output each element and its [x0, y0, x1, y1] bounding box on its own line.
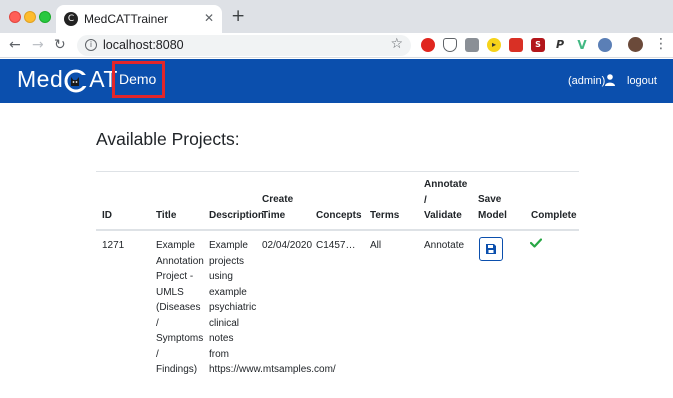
col-header-description: Description: [209, 210, 265, 221]
col-header-create-time: Create Time: [262, 194, 294, 221]
brand-text-left: Med: [17, 66, 64, 92]
drive-extension-icon[interactable]: [465, 38, 479, 52]
site-info-icon[interactable]: i: [85, 39, 97, 51]
medcat-favicon-icon: C: [64, 12, 78, 26]
check-icon: [530, 238, 542, 248]
blue-extension-icon[interactable]: [598, 38, 612, 52]
s-extension-icon[interactable]: S: [531, 38, 545, 52]
col-header-concepts: Concepts: [316, 210, 362, 221]
pocket-extension-icon[interactable]: [443, 38, 457, 52]
save-model-button[interactable]: [479, 237, 503, 261]
window-minimize-button[interactable]: [24, 11, 36, 23]
browser-tab-active[interactable]: C MedCATTrainer ✕: [56, 5, 222, 33]
address-bar[interactable]: i localhost:8080 ☆: [77, 35, 411, 56]
project-name-label[interactable]: Demo: [119, 71, 156, 87]
window-maximize-button[interactable]: [39, 11, 51, 23]
col-header-complete: Complete: [531, 210, 577, 221]
app-navbar: Med AT Demo (admin) logout: [0, 59, 673, 103]
save-icon: [486, 244, 496, 254]
new-tab-icon[interactable]: +: [231, 6, 245, 26]
table-top-border: [96, 171, 579, 172]
cell-annotate[interactable]: Annotate: [424, 238, 464, 254]
cell-create-time[interactable]: 02/04/2020: [262, 238, 312, 254]
vue-extension-icon[interactable]: V: [575, 38, 589, 52]
cell-title[interactable]: Example Annotation Project - UMLS (Disea…: [156, 238, 208, 378]
tab-close-icon[interactable]: ✕: [204, 11, 214, 25]
logout-link[interactable]: logout: [627, 75, 657, 87]
cell-id[interactable]: 1271: [102, 238, 124, 254]
table-header-border: [96, 229, 579, 231]
cell-description[interactable]: Example projects using example psychiatr…: [209, 238, 336, 378]
page-title: Available Projects:: [96, 129, 240, 149]
cell-concepts[interactable]: C1457…: [316, 238, 355, 254]
cell-terms[interactable]: All: [370, 238, 381, 254]
user-icon[interactable]: [605, 74, 615, 86]
p-extension-icon[interactable]: P: [553, 38, 567, 52]
smile-extension-icon[interactable]: ▸: [487, 38, 501, 52]
forward-arrow-icon[interactable]: →: [32, 36, 44, 54]
col-header-save-model: Save Model: [478, 194, 507, 221]
browser-toolbar: ← → ↻ i localhost:8080 ☆ ▸ S P V ⋮: [0, 33, 673, 58]
reload-icon[interactable]: ↻: [54, 36, 66, 54]
col-header-terms: Terms: [370, 210, 400, 221]
browser-tabstrip: C MedCATTrainer ✕ +: [0, 0, 673, 33]
profile-avatar[interactable]: [628, 37, 643, 52]
medcat-logo[interactable]: Med AT: [17, 66, 118, 93]
col-header-title: Title: [156, 210, 177, 221]
col-header-annotate: Annotate / Validate: [424, 179, 468, 221]
admin-label: (admin): [568, 75, 606, 87]
bookmark-star-icon[interactable]: ☆: [390, 36, 403, 52]
back-arrow-icon[interactable]: ←: [9, 36, 21, 54]
col-header-id: ID: [102, 210, 112, 221]
url-text[interactable]: localhost:8080: [103, 38, 184, 52]
tab-title: MedCATTrainer: [84, 12, 169, 26]
browser-menu-icon[interactable]: ⋮: [654, 36, 668, 52]
red-extension-icon[interactable]: [509, 38, 523, 52]
window-close-button[interactable]: [9, 11, 21, 23]
adblock-extension-icon[interactable]: [421, 38, 435, 52]
cat-logo-icon: [64, 69, 89, 92]
